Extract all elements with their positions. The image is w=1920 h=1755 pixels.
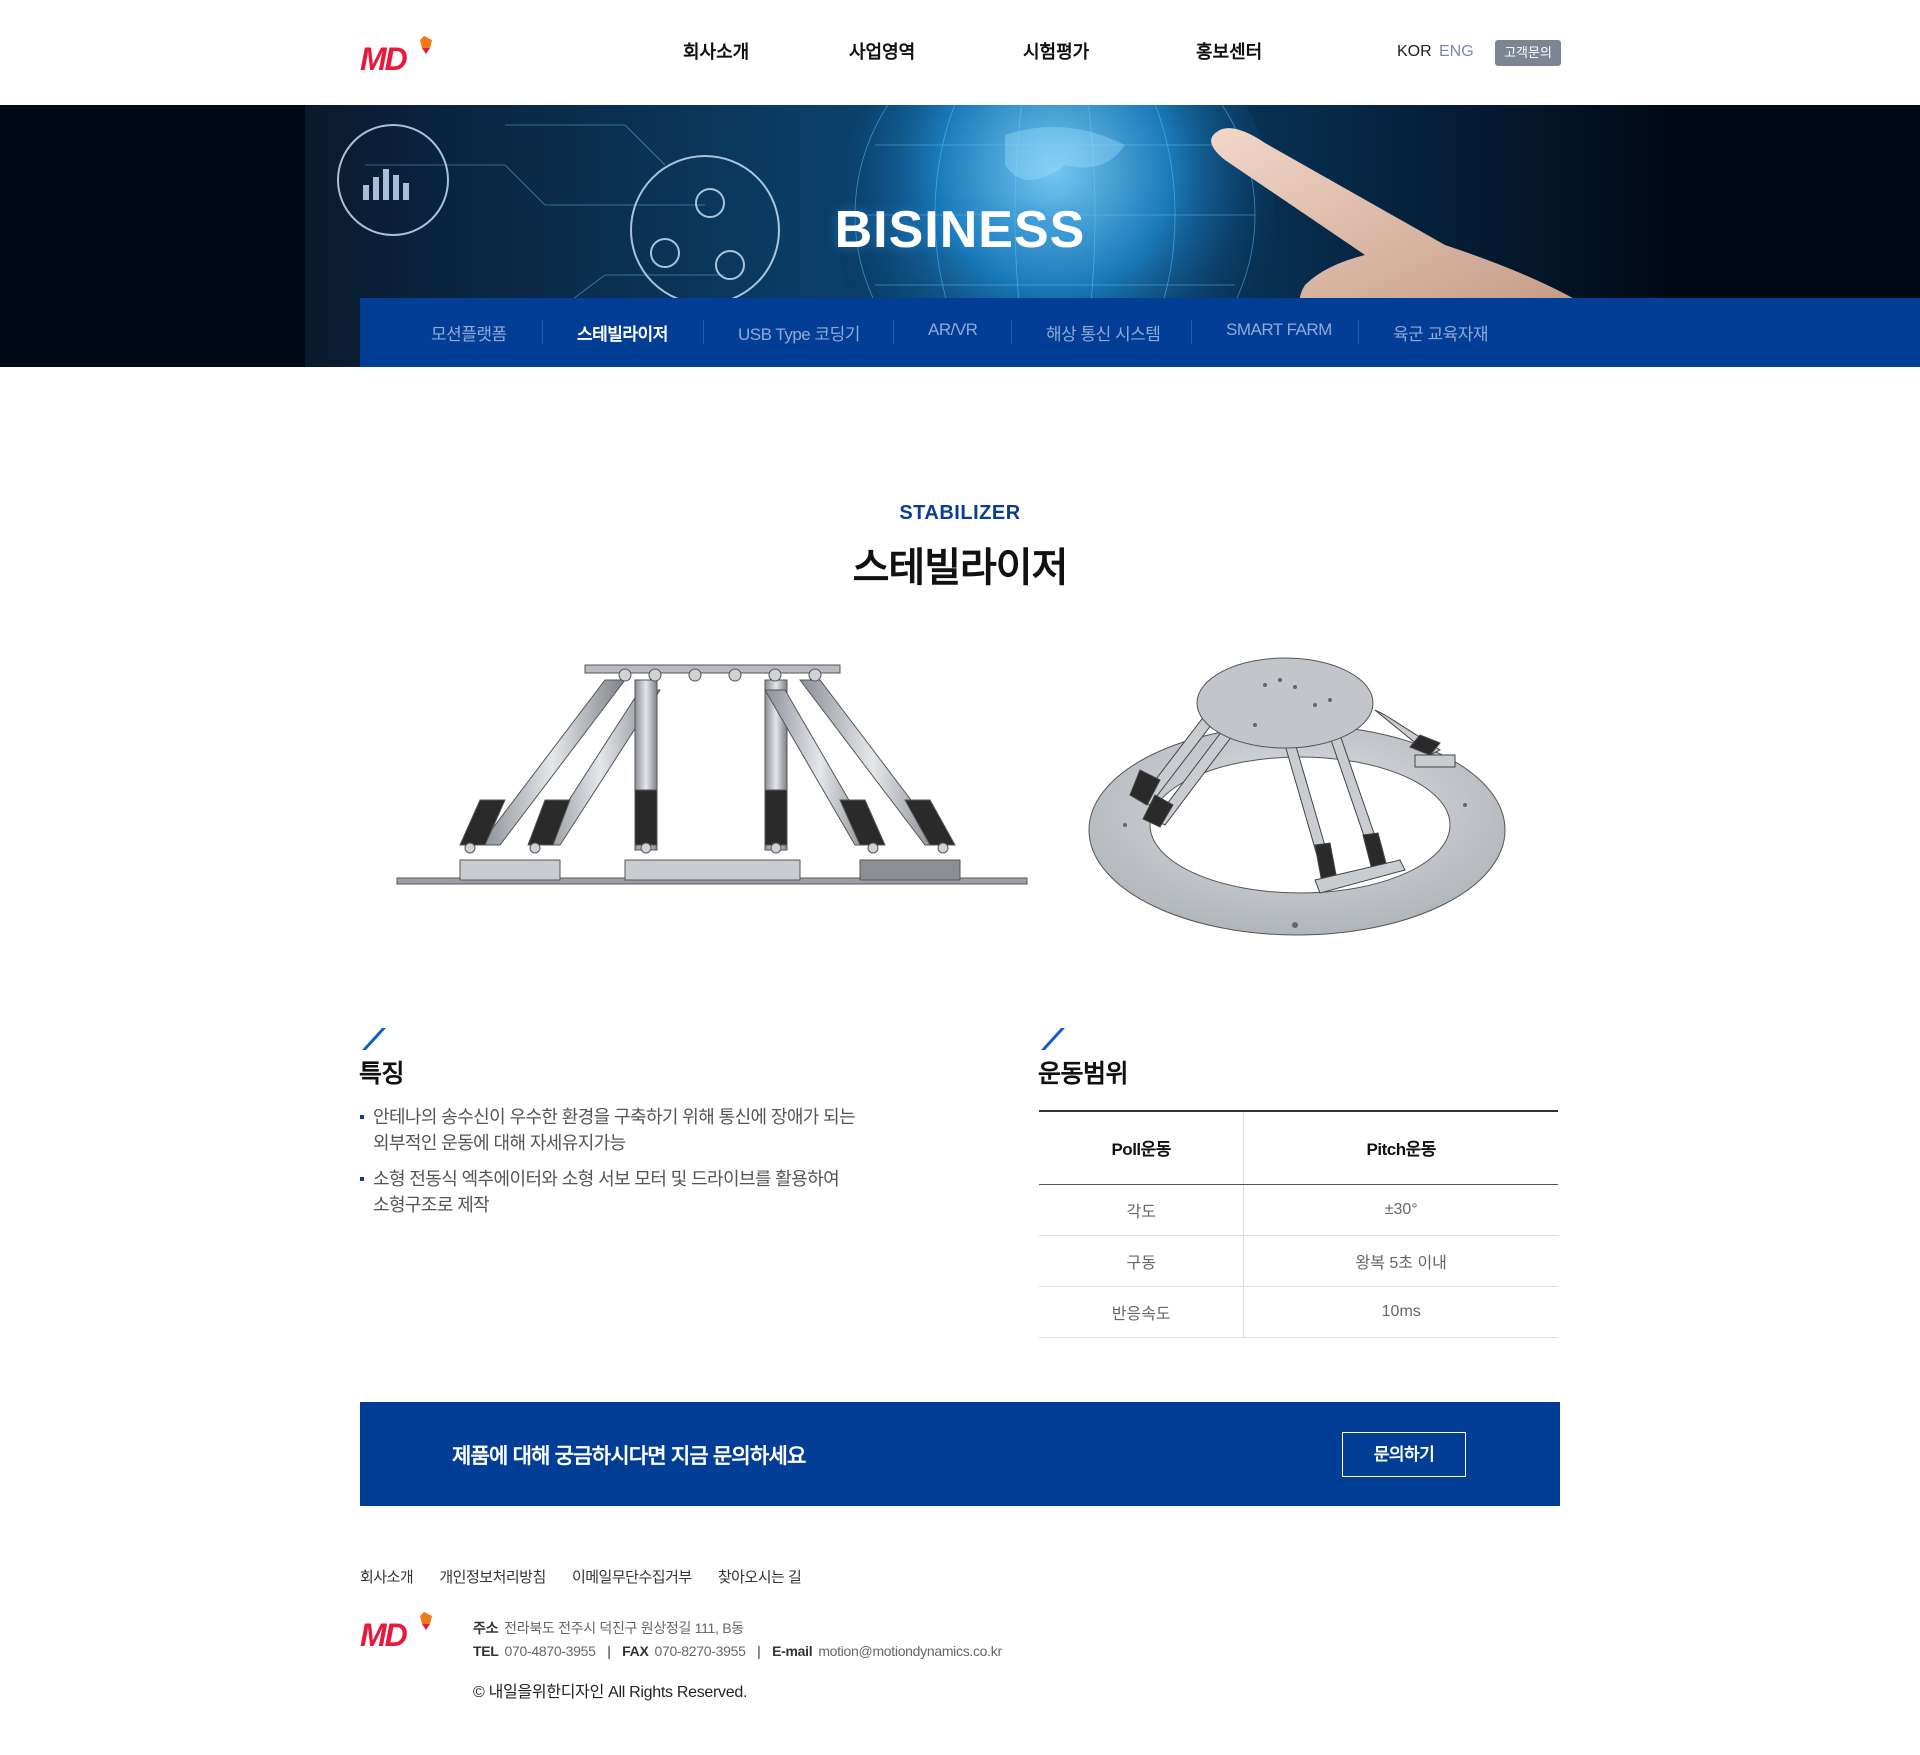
lang-eng-link[interactable]: ENG <box>1439 43 1474 61</box>
main-nav: 회사소개 사업영역 시험평가 홍보센터 <box>0 38 1920 66</box>
business-subnav: 모션플랫폼 스테빌라이저 USB Type 코딩기 AR/VR 해상 통신 시스… <box>360 298 1920 367</box>
footer-md-logo: MD <box>360 1612 432 1650</box>
subnav-divider <box>1358 320 1359 344</box>
footer-link-company[interactable]: 회사소개 <box>360 1569 414 1586</box>
lang-kor-link[interactable]: KOR <box>1397 43 1432 61</box>
features-list: 안테나의 송수신이 우수한 환경을 구축하기 위해 통신에 장애가 되는 외부적… <box>360 1104 920 1228</box>
footer-address: 주소 전라북도 전주시 덕진구 원상정길 111, B동 <box>473 1618 744 1638</box>
motion-range-title: 운동범위 <box>1038 1060 1129 1088</box>
subnav-marine-comm[interactable]: 해상 통신 시스템 <box>1046 320 1161 345</box>
customer-inquiry-button[interactable]: 고객문의 <box>1495 40 1561 66</box>
section-title-en: STABILIZER <box>899 502 1021 524</box>
subnav-stabilizer[interactable]: 스테빌라이저 <box>577 320 668 345</box>
subnav-divider <box>1011 320 1012 344</box>
accent-slash-icon <box>1041 1028 1065 1050</box>
stabilizer-iso-view-image <box>1088 657 1506 936</box>
footer-link-email-policy[interactable]: 이메일무단수집거부 <box>572 1569 692 1586</box>
table-row: 반응속도 10ms <box>1039 1286 1558 1338</box>
footer-link-directions[interactable]: 찾아오시는 길 <box>718 1569 802 1586</box>
subnav-smart-farm[interactable]: SMART FARM <box>1226 320 1332 340</box>
column-header: Pitch운동 <box>1243 1110 1558 1185</box>
fax-value: 070-8270-3955 <box>654 1643 746 1659</box>
nav-business[interactable]: 사업영역 <box>849 38 915 64</box>
subnav-ar-vr[interactable]: AR/VR <box>928 320 978 340</box>
subnav-army-edu[interactable]: 육군 교육자재 <box>1393 320 1489 345</box>
motion-range-table: Poll운동 Pitch운동 각도 ±30° 구동 왕복 5초 이내 반응속도 … <box>1039 1110 1558 1338</box>
table-cell: 10ms <box>1243 1286 1558 1338</box>
tel-value: 070-4870-3955 <box>504 1643 596 1659</box>
inquiry-banner-text: 제품에 대해 궁금하시다면 지금 문의하세요 <box>452 1445 806 1468</box>
table-cell: 구동 <box>1039 1235 1244 1287</box>
tel-label: TEL <box>473 1643 499 1659</box>
footer-links: 회사소개 개인정보처리방침 이메일무단수집거부 찾아오시는 길 <box>360 1566 823 1587</box>
copyright: © 내일을위한디자인 All Rights Reserved. <box>473 1684 748 1701</box>
table-row: 구동 왕복 5초 이내 <box>1039 1235 1558 1287</box>
subnav-divider <box>893 320 894 344</box>
feature-item: 안테나의 송수신이 우수한 환경을 구축하기 위해 통신에 장애가 되는 외부적… <box>360 1104 920 1156</box>
stabilizer-side-view-image <box>396 664 1028 885</box>
subnav-divider <box>542 320 543 344</box>
inquiry-banner: 제품에 대해 궁금하시다면 지금 문의하세요 문의하기 <box>360 1402 1560 1506</box>
feature-item: 소형 전동식 엑추에이터와 소형 서보 모터 및 드라이브를 활용하여 소형구조… <box>360 1166 920 1218</box>
nav-testing[interactable]: 시험평가 <box>1023 38 1089 64</box>
table-cell: ±30° <box>1243 1184 1558 1236</box>
nav-pr-center[interactable]: 홍보센터 <box>1196 38 1262 64</box>
divider: | <box>607 1643 611 1659</box>
table-cell: 반응속도 <box>1039 1286 1244 1338</box>
hero-title: BISINESS <box>834 201 1086 259</box>
address-label: 주소 <box>473 1620 499 1636</box>
table-cell: 왕복 5초 이내 <box>1243 1235 1558 1287</box>
site-header: MD 회사소개 사업영역 시험평가 홍보센터 KOR ENG 고객문의 <box>0 0 1920 105</box>
email-label: E-mail <box>772 1643 813 1659</box>
divider: | <box>757 1643 761 1659</box>
table-cell: 각도 <box>1039 1184 1244 1236</box>
subnav-divider <box>1191 320 1192 344</box>
fax-label: FAX <box>622 1643 649 1659</box>
email-value: motion@motiondynamics.co.kr <box>818 1643 1002 1659</box>
nav-company[interactable]: 회사소개 <box>683 38 749 64</box>
table-header-row: Poll운동 Pitch운동 <box>1039 1110 1558 1185</box>
subnav-motion-platform[interactable]: 모션플랫폼 <box>431 320 507 345</box>
inquiry-button[interactable]: 문의하기 <box>1342 1432 1466 1477</box>
subnav-divider <box>703 320 704 344</box>
features-title: 특징 <box>359 1060 405 1088</box>
subnav-usb-coder[interactable]: USB Type 코딩기 <box>738 320 860 345</box>
column-header: Poll운동 <box>1039 1110 1244 1185</box>
svg-text:MD: MD <box>360 1617 408 1650</box>
footer-contact-line: TEL 070-4870-3955 | FAX 070-8270-3955 | E-… <box>473 1643 1002 1659</box>
address-value: 전라북도 전주시 덕진구 원상정길 111, B동 <box>504 1620 744 1636</box>
accent-slash-icon <box>362 1028 386 1050</box>
table-row: 각도 ±30° <box>1039 1184 1558 1236</box>
section-title-ko: 스테빌라이저 <box>852 546 1069 590</box>
footer-link-privacy[interactable]: 개인정보처리방침 <box>439 1569 546 1586</box>
